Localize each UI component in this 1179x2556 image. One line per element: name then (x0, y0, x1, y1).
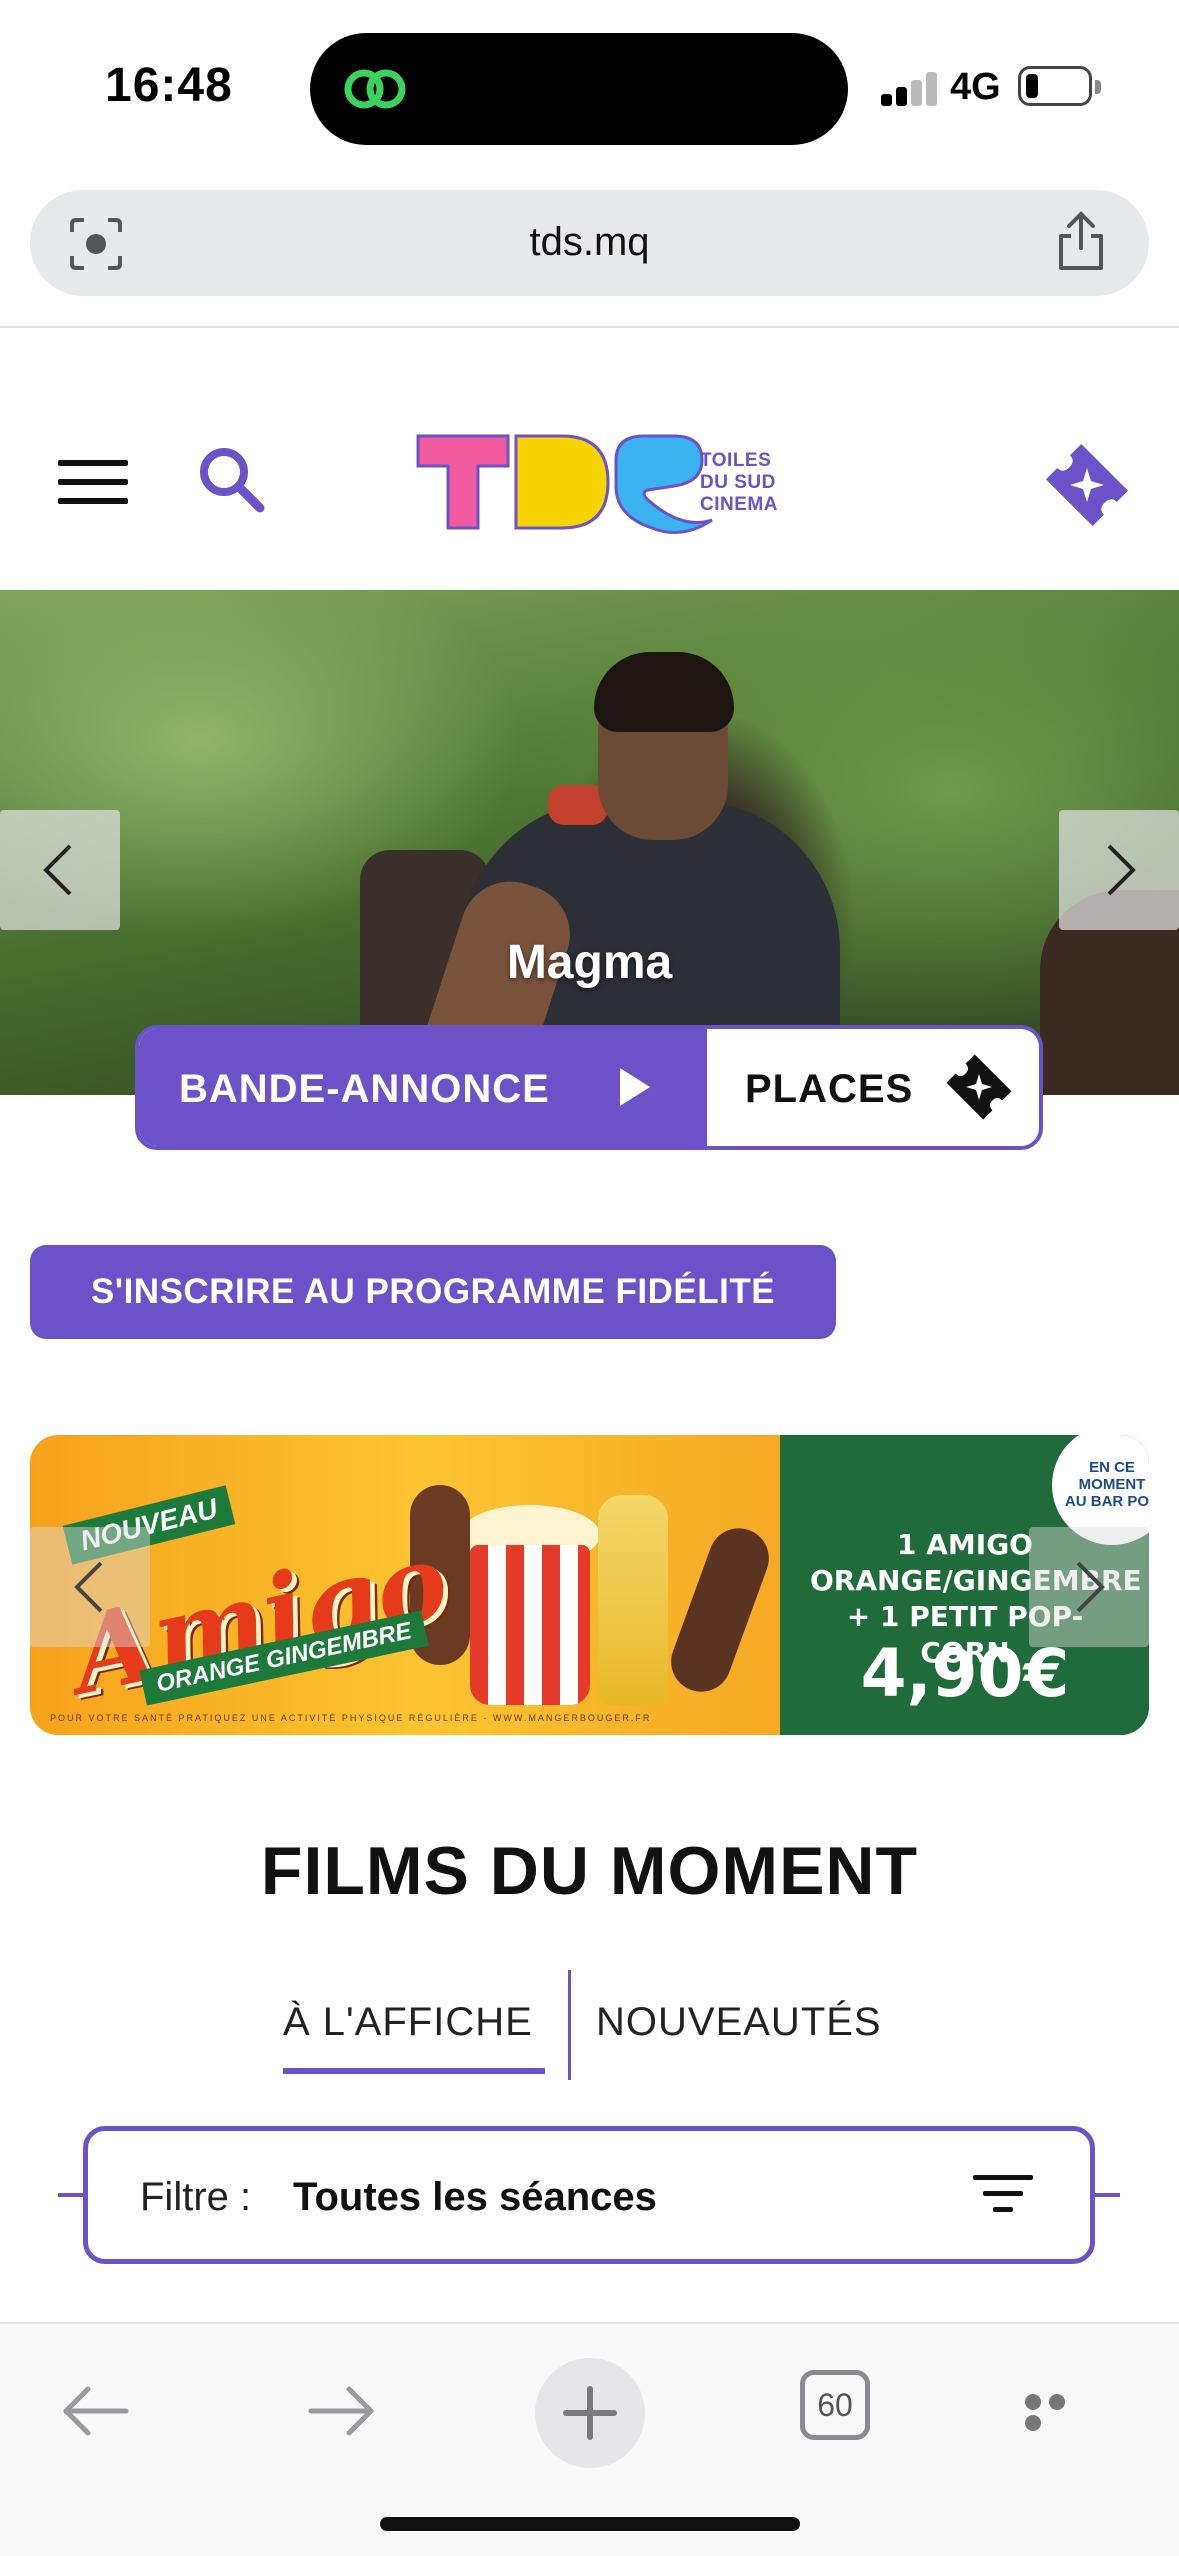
loyalty-signup-button[interactable]: S'INSCRIRE AU PROGRAMME FIDÉLITÉ (30, 1245, 836, 1339)
share-icon[interactable] (1053, 210, 1109, 272)
tab-count-button[interactable]: 60 (800, 2370, 870, 2440)
more-icon[interactable] (1025, 2394, 1095, 2431)
play-icon (620, 1068, 650, 1106)
back-icon[interactable] (58, 2374, 132, 2448)
chevron-left-icon (43, 844, 72, 896)
banner-prev-button[interactable] (30, 1527, 150, 1647)
session-filter[interactable]: Filtre : Toutes les séances (83, 2126, 1095, 2264)
tab-divider (568, 1970, 571, 2080)
search-icon[interactable] (192, 440, 272, 520)
network-label: 4G (950, 66, 1001, 108)
ticket-icon (946, 1054, 1012, 1120)
url-text[interactable]: tds.mq (30, 220, 1149, 265)
tab-a-laffiche[interactable]: À L'AFFICHE (283, 2000, 533, 2045)
tab-nouveautes[interactable]: NOUVEAUTÉS (596, 2000, 882, 2045)
trailer-button[interactable]: BANDE-ANNONCE (139, 1029, 707, 1146)
chevron-right-icon (1076, 1561, 1105, 1613)
forward-icon[interactable] (305, 2374, 379, 2448)
dynamic-island (310, 33, 848, 145)
filter-value[interactable]: Toutes les séances (293, 2175, 657, 2220)
bottle-illustration (598, 1495, 668, 1705)
signal-icon (881, 72, 939, 106)
hero-movie-title[interactable]: Magma (0, 935, 1179, 990)
divider (0, 326, 1179, 328)
status-bar: 16:48 4G (0, 0, 1179, 170)
menu-icon[interactable] (58, 460, 128, 510)
hero-cta-group: BANDE-ANNONCE PLACES (135, 1025, 1043, 1150)
banner-next-button[interactable] (1029, 1527, 1149, 1647)
active-tab-indicator (283, 2068, 545, 2074)
filter-icon[interactable] (973, 2175, 1033, 2219)
status-time: 16:48 (105, 59, 233, 112)
carousel-next-button[interactable] (1059, 810, 1179, 930)
tickets-label: PLACES (745, 1067, 914, 1111)
section-title: FILMS DU MOMENT (260, 1833, 919, 1909)
popcorn-illustration (470, 1545, 590, 1705)
chevron-left-icon (74, 1561, 103, 1613)
home-indicator (380, 2517, 800, 2531)
carousel-prev-button[interactable] (0, 810, 120, 930)
tickets-button[interactable]: PLACES (707, 1029, 1039, 1146)
films-tabs: À L'AFFICHE NOUVEAUTÉS (0, 1970, 1179, 2080)
filter-label: Filtre : (140, 2175, 252, 2219)
site-header: TOILES DU SUD CINEMA (0, 400, 1179, 570)
hero-carousel[interactable]: Magma (0, 590, 1179, 1095)
promo-banner[interactable]: NOUVEAU Amigo ORANGE GINGEMBRE 1 AMIGO O… (30, 1435, 1149, 1735)
logo-tagline: TOILES DU SUD CINEMA (700, 450, 778, 515)
new-tab-button[interactable] (535, 2358, 645, 2468)
ticket-icon[interactable] (1040, 438, 1134, 532)
promo-dancer (662, 1519, 778, 1701)
plus-icon (563, 2386, 617, 2440)
address-bar[interactable]: tds.mq (30, 190, 1149, 296)
chevron-right-icon (1107, 844, 1136, 896)
trailer-label: BANDE-ANNONCE (179, 1067, 550, 1111)
promo-disclaimer: POUR VOTRE SANTÉ PRATIQUEZ UNE ACTIVITÉ … (50, 1713, 652, 1723)
island-app-icon (344, 69, 406, 109)
battery-icon (1018, 66, 1101, 106)
